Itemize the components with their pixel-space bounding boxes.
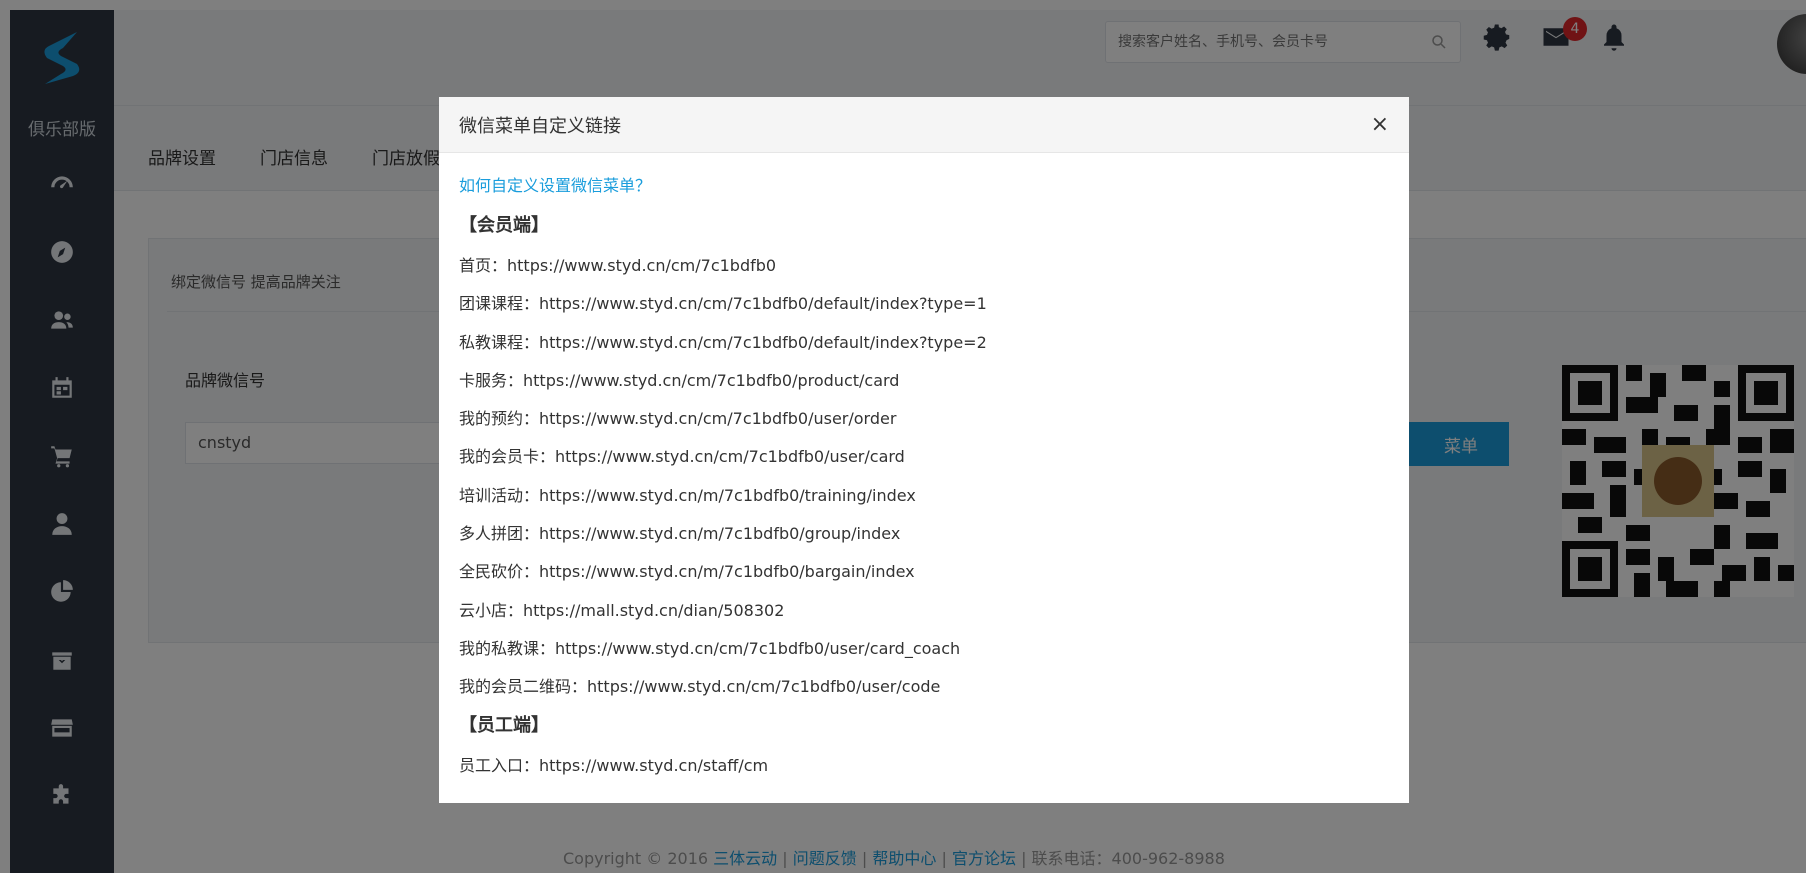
member-section-heading: 【会员端】 — [459, 215, 549, 236]
help-link[interactable]: 如何自定义设置微信菜单？ — [459, 175, 1389, 215]
modal-body: 如何自定义设置微信菜单？ 【会员端】 首页：https://www.styd.c… — [439, 153, 1409, 793]
modal-header: 微信菜单自定义链接 × — [439, 97, 1409, 153]
link-row: 云小店：https://mall.styd.cn/dian/508302 — [459, 600, 785, 620]
close-icon[interactable]: × — [1371, 114, 1389, 136]
link-row: 我的会员二维码：https://www.styd.cn/cm/7c1bdfb0/… — [459, 677, 941, 697]
link-row: 我的私教课：https://www.styd.cn/cm/7c1bdfb0/us… — [459, 638, 961, 658]
link-row: 多人拼团：https://www.styd.cn/m/7c1bdfb0/grou… — [459, 524, 901, 544]
link-row: 我的会员卡：https://www.styd.cn/cm/7c1bdfb0/us… — [459, 447, 905, 467]
link-row: 私教课程：https://www.styd.cn/cm/7c1bdfb0/def… — [459, 332, 987, 352]
link-row: 团课课程：https://www.styd.cn/cm/7c1bdfb0/def… — [459, 294, 987, 314]
link-row: 卡服务：https://www.styd.cn/cm/7c1bdfb0/prod… — [459, 370, 900, 390]
link-row: 首页：https://www.styd.cn/cm/7c1bdfb0 — [459, 256, 777, 275]
link-row: 员工入口：https://www.styd.cn/staff/cm — [459, 755, 769, 775]
wechat-menu-links-modal: 微信菜单自定义链接 × 如何自定义设置微信菜单？ 【会员端】 首页：https:… — [439, 97, 1409, 803]
link-row: 全民砍价：https://www.styd.cn/m/7c1bdfb0/barg… — [459, 562, 915, 582]
modal-title: 微信菜单自定义链接 — [459, 115, 621, 137]
link-row: 培训活动：https://www.styd.cn/m/7c1bdfb0/trai… — [459, 485, 916, 505]
staff-section-heading: 【员工端】 — [459, 714, 549, 736]
link-row: 我的预约：https://www.styd.cn/cm/7c1bdfb0/use… — [459, 409, 897, 429]
